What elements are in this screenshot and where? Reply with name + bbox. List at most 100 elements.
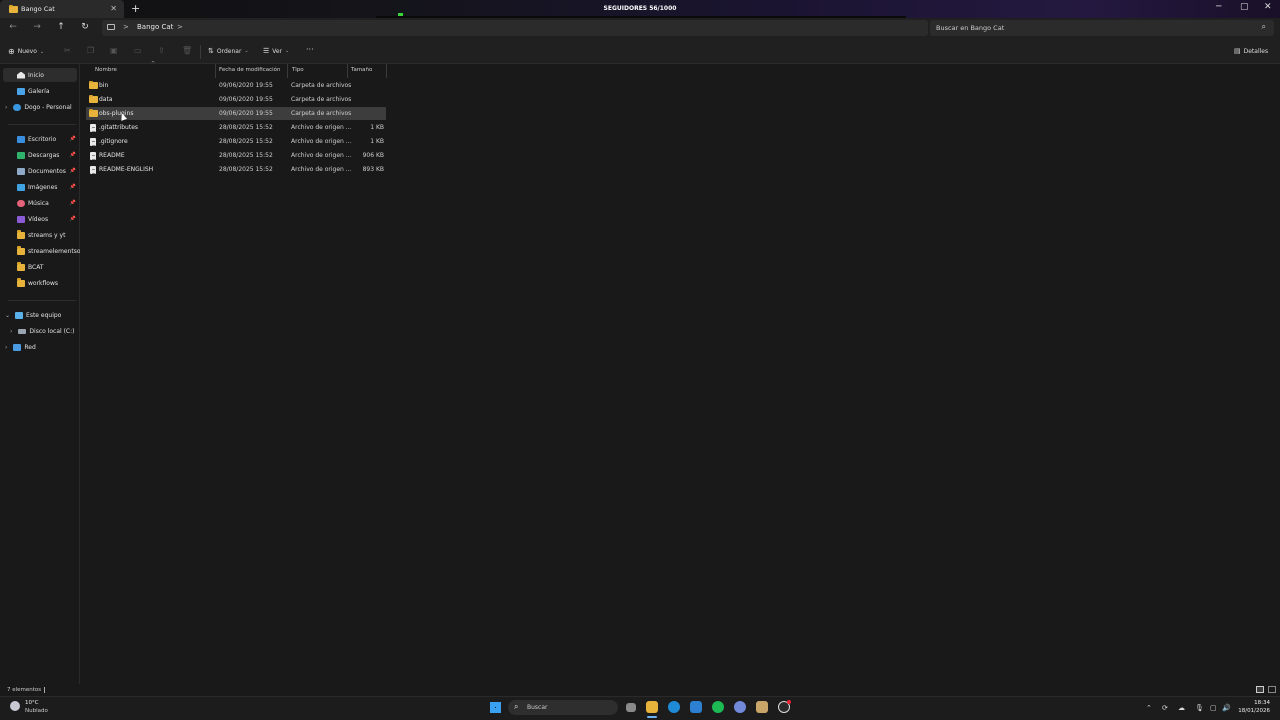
pin-icon[interactable]: 📌	[70, 136, 76, 142]
view-button[interactable]: ☰ Ver ⌄	[263, 47, 289, 55]
sidebar-divider	[8, 300, 76, 301]
file-row[interactable]: data 09/06/2020 19:55 Carpeta de archivos	[86, 93, 386, 106]
up-icon[interactable]: ↑	[54, 22, 68, 32]
discord-icon[interactable]	[734, 701, 746, 713]
pin-icon[interactable]: 📌	[70, 152, 76, 158]
file-row[interactable]: bin 09/06/2020 19:55 Carpeta de archivos	[86, 79, 386, 92]
sidebar-item-gallery[interactable]: Galería	[0, 84, 80, 98]
sidebar-item-network[interactable]: › Red	[0, 340, 80, 354]
details-view-icon[interactable]	[1256, 686, 1264, 693]
breadcrumb-separator[interactable]: >	[123, 23, 129, 31]
app-icon[interactable]	[756, 701, 768, 713]
sidebar-item-musica[interactable]: Música 📌	[0, 196, 80, 210]
file-explorer-icon[interactable]	[646, 701, 658, 713]
chevron-down-icon[interactable]: ⌄	[5, 312, 10, 319]
task-view-icon[interactable]	[626, 703, 636, 712]
weather-desc[interactable]: Nublado	[25, 708, 48, 714]
rename-icon[interactable]: ▭	[134, 46, 142, 55]
back-icon[interactable]: ←	[6, 22, 20, 32]
chevron-right-icon[interactable]: ›	[10, 328, 12, 335]
tiles-view-icon[interactable]	[1268, 686, 1276, 693]
search-box[interactable]: Buscar en Bango Cat ⌕	[930, 20, 1274, 36]
folder-icon	[89, 94, 98, 103]
search-input[interactable]: Buscar en Bango Cat	[936, 24, 1004, 32]
tab-bango-cat[interactable]: Bango Cat ✕	[0, 0, 124, 18]
chevron-up-icon[interactable]: ⌃	[1146, 704, 1152, 712]
delete-icon[interactable]: 🗑	[182, 46, 192, 55]
maximize-button[interactable]: ▢	[1240, 2, 1249, 12]
item-count: 7 elementos	[7, 687, 42, 693]
sort-button[interactable]: ⇅ Ordenar ⌄	[208, 47, 249, 55]
sidebar-divider	[8, 124, 76, 125]
store-icon[interactable]	[690, 701, 702, 713]
chevron-right-icon[interactable]: ›	[5, 104, 7, 111]
new-button[interactable]: ⊕ Nuevo ⌄	[8, 47, 44, 56]
close-button[interactable]: ✕	[1264, 2, 1272, 12]
clock-date[interactable]: 18/01/2026	[1236, 708, 1270, 714]
sidebar-item-imagenes[interactable]: Imágenes 📌	[0, 180, 80, 194]
windows-start-icon[interactable]	[490, 702, 501, 713]
column-divider[interactable]	[215, 64, 216, 78]
paste-icon[interactable]: ▣	[110, 46, 118, 55]
pin-icon[interactable]: 📌	[70, 216, 76, 222]
display-icon[interactable]: ▢	[1210, 704, 1217, 712]
breadcrumb-separator[interactable]: >	[177, 23, 183, 31]
weather-icon[interactable]	[10, 701, 20, 711]
column-header-modified[interactable]: Fecha de modificación	[219, 67, 281, 77]
path-box[interactable]: > Bango Cat >	[102, 20, 928, 36]
refresh-icon[interactable]: ↻	[78, 22, 92, 32]
sidebar-item-this-pc[interactable]: ⌄ Este equipo	[0, 308, 80, 322]
chevron-right-icon[interactable]: ›	[5, 344, 7, 351]
volume-icon[interactable]: 🔊	[1222, 704, 1231, 712]
sidebar-item-bcat[interactable]: BCAT	[0, 260, 80, 274]
edge-icon[interactable]	[668, 701, 680, 713]
sidebar-item-videos[interactable]: Vídeos 📌	[0, 212, 80, 226]
file-name: README	[99, 152, 125, 159]
file-row[interactable]: .gitignore 28/08/2025 15:52 Archivo de ori…	[86, 135, 386, 148]
breadcrumb-bango-cat[interactable]: Bango Cat	[137, 23, 173, 31]
forward-icon[interactable]: →	[30, 22, 44, 32]
details-button[interactable]: ▤ Detalles	[1234, 47, 1268, 55]
cut-icon[interactable]: ✂	[64, 46, 71, 55]
search-icon[interactable]: ⌕	[1262, 22, 1266, 32]
weather-temp[interactable]: 10°C	[25, 700, 39, 706]
share-icon[interactable]: ⇪	[158, 46, 165, 55]
new-tab-button[interactable]: +	[131, 2, 140, 15]
sidebar-item-escritorio[interactable]: Escritorio 📌	[0, 132, 80, 146]
sidebar-item-descargas[interactable]: Descargas 📌	[0, 148, 80, 162]
sidebar-item-local-disk[interactable]: › Disco local (C:)	[0, 324, 80, 338]
file-icon	[90, 124, 96, 132]
cloud-tray-icon[interactable]: ☁	[1178, 704, 1185, 712]
file-row[interactable]: README-ENGLISH 28/08/2025 15:52 Archivo de…	[86, 163, 386, 176]
column-divider[interactable]	[287, 64, 288, 78]
file-modified: 09/06/2020 19:55	[219, 110, 273, 117]
desktop-icon	[17, 135, 25, 143]
microphone-icon[interactable]: 🎙	[1195, 704, 1204, 712]
pin-icon[interactable]: 📌	[70, 168, 76, 174]
file-row[interactable]: .gitattributes 28/08/2025 15:52 Archivo de…	[86, 121, 386, 134]
sidebar-item-streamelements[interactable]: streamelementsove	[0, 244, 80, 258]
column-header-size[interactable]: Tamaño	[351, 67, 372, 77]
copy-icon[interactable]: ❐	[87, 46, 94, 55]
file-row[interactable]: README 28/08/2025 15:52 Archivo de origen …	[86, 149, 386, 162]
clock-time[interactable]: 18:34	[1240, 700, 1270, 706]
spotify-icon[interactable]	[712, 701, 724, 713]
taskbar-search[interactable]: ⌕ Buscar	[508, 700, 618, 715]
column-header-name[interactable]: Nombre	[95, 67, 117, 77]
view-icon: ☰	[263, 47, 270, 55]
sidebar-item-workflows[interactable]: workflows	[0, 276, 80, 290]
pin-icon[interactable]: 📌	[70, 184, 76, 190]
column-divider[interactable]	[347, 64, 348, 78]
sidebar-item-streams[interactable]: streams y yt	[0, 228, 80, 242]
column-divider[interactable]	[386, 64, 387, 78]
column-header-type[interactable]: Tipo	[292, 67, 304, 77]
sidebar-item-documentos[interactable]: Documentos 📌	[0, 164, 80, 178]
tab-close-icon[interactable]: ✕	[110, 4, 117, 13]
sidebar-item-onedrive[interactable]: › Dogo - Personal	[0, 100, 80, 114]
file-row[interactable]: obs-plugins 09/06/2020 19:55 Carpeta de ar…	[86, 107, 386, 120]
pin-icon[interactable]: 📌	[70, 200, 76, 206]
more-options-button[interactable]: ···	[306, 45, 314, 54]
minimize-button[interactable]: ─	[1216, 2, 1221, 12]
sidebar-item-home[interactable]: Inicio	[3, 68, 77, 82]
tray-app-icon[interactable]: ⟳	[1162, 704, 1168, 712]
